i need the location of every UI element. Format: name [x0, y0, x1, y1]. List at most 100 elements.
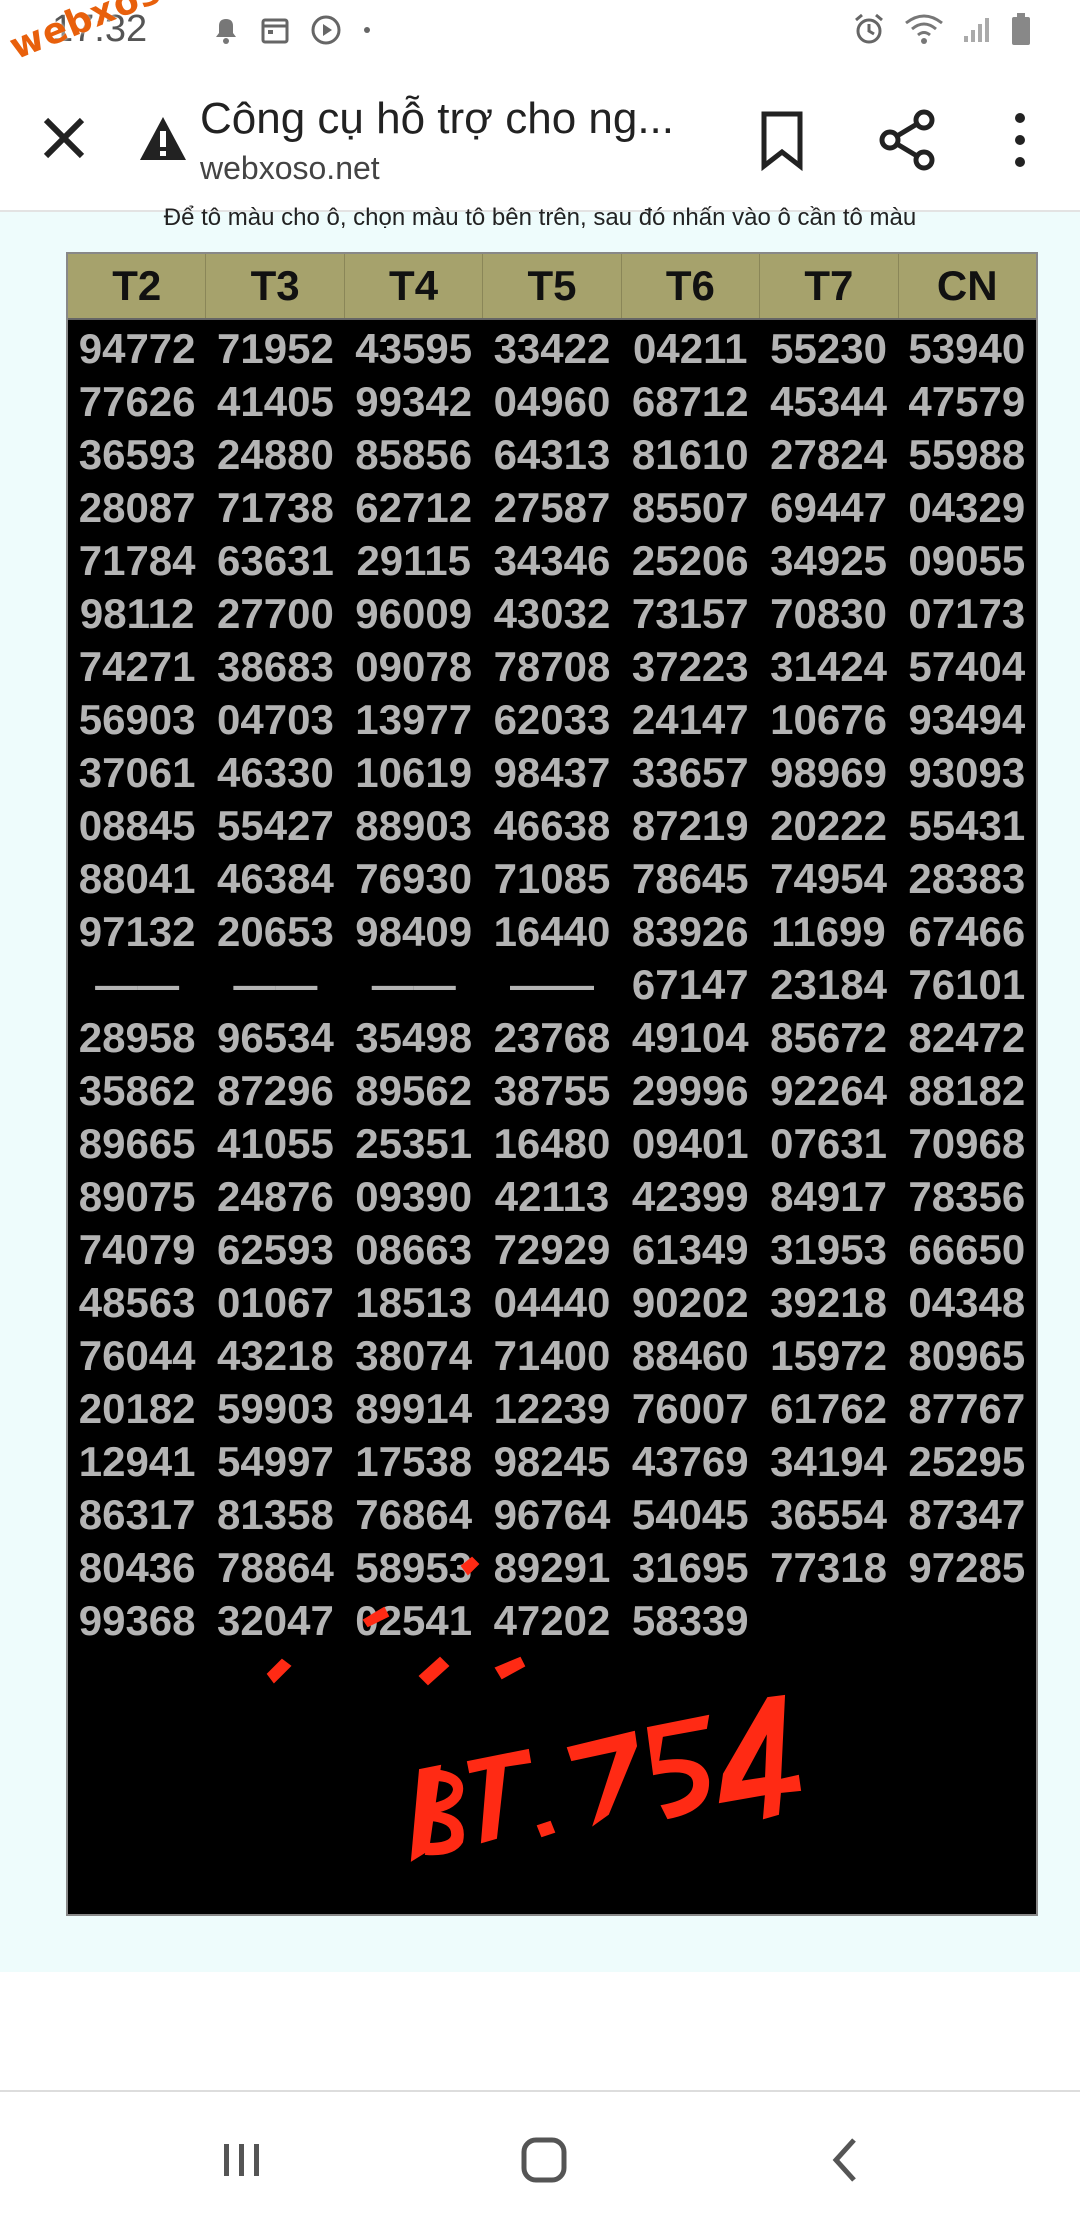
number-cell[interactable]: 56903	[68, 693, 206, 746]
number-cell[interactable]: 89665	[68, 1117, 206, 1170]
number-cell[interactable]: 23768	[483, 1011, 621, 1064]
number-cell[interactable]: 67466	[898, 905, 1036, 958]
number-cell[interactable]: 04703	[206, 693, 344, 746]
number-cell[interactable]: 41055	[206, 1117, 344, 1170]
number-cell[interactable]: 89291	[483, 1541, 621, 1594]
number-cell[interactable]: 31424	[759, 640, 897, 693]
number-cell[interactable]: 01067	[206, 1276, 344, 1329]
number-cell[interactable]: 16480	[483, 1117, 621, 1170]
number-cell[interactable]: 54997	[206, 1435, 344, 1488]
number-cell[interactable]: 68712	[621, 375, 759, 428]
page-title[interactable]: Công cụ hỗ trợ cho ng...	[200, 94, 674, 144]
number-cell[interactable]: 85856	[345, 428, 483, 481]
number-cell[interactable]: 04348	[898, 1276, 1036, 1329]
number-cell[interactable]: 28958	[68, 1011, 206, 1064]
number-cell[interactable]: 42399	[621, 1170, 759, 1223]
number-cell[interactable]: 20653	[206, 905, 344, 958]
number-cell[interactable]: ——	[206, 958, 344, 1011]
number-cell[interactable]: 87219	[621, 799, 759, 852]
number-cell[interactable]: 99342	[345, 375, 483, 428]
number-cell[interactable]: 13977	[345, 693, 483, 746]
number-cell[interactable]: 64313	[483, 428, 621, 481]
number-cell[interactable]: 71738	[206, 481, 344, 534]
number-cell[interactable]: 12941	[68, 1435, 206, 1488]
number-cell[interactable]: 88460	[621, 1329, 759, 1382]
number-cell[interactable]: 81610	[621, 428, 759, 481]
number-cell[interactable]: 41405	[206, 375, 344, 428]
recent-apps-icon[interactable]	[212, 2132, 272, 2188]
number-cell[interactable]: 59903	[206, 1382, 344, 1435]
number-cell[interactable]: 27824	[759, 428, 897, 481]
number-cell[interactable]: 55988	[898, 428, 1036, 481]
number-cell[interactable]: 96534	[206, 1011, 344, 1064]
number-cell[interactable]: 89075	[68, 1170, 206, 1223]
number-cell[interactable]: 48563	[68, 1276, 206, 1329]
number-cell[interactable]: 37223	[621, 640, 759, 693]
number-cell[interactable]: 80965	[898, 1329, 1036, 1382]
number-cell[interactable]: 57404	[898, 640, 1036, 693]
number-cell[interactable]: 43769	[621, 1435, 759, 1488]
number-cell[interactable]: 07631	[759, 1117, 897, 1170]
number-cell[interactable]: 34346	[483, 534, 621, 587]
close-icon[interactable]	[36, 110, 92, 166]
number-cell[interactable]: 85507	[621, 481, 759, 534]
number-cell[interactable]: 38074	[345, 1329, 483, 1382]
number-cell[interactable]: 24876	[206, 1170, 344, 1223]
number-cell[interactable]: 96764	[483, 1488, 621, 1541]
number-cell[interactable]: 34925	[759, 534, 897, 587]
number-cell[interactable]: 46384	[206, 852, 344, 905]
number-cell[interactable]: 71085	[483, 852, 621, 905]
number-cell[interactable]: 49104	[621, 1011, 759, 1064]
number-cell[interactable]: 25295	[898, 1435, 1036, 1488]
number-cell[interactable]: 55427	[206, 799, 344, 852]
number-cell[interactable]: 97285	[898, 1541, 1036, 1594]
number-cell[interactable]: 43032	[483, 587, 621, 640]
number-cell[interactable]: 09401	[621, 1117, 759, 1170]
number-cell[interactable]: 28087	[68, 481, 206, 534]
number-cell[interactable]: 62033	[483, 693, 621, 746]
number-cell[interactable]: 71400	[483, 1329, 621, 1382]
number-cell[interactable]: 70968	[898, 1117, 1036, 1170]
number-cell[interactable]: 24880	[206, 428, 344, 481]
home-icon[interactable]	[514, 2132, 574, 2188]
number-cell[interactable]: 92264	[759, 1064, 897, 1117]
number-cell[interactable]: ——	[483, 958, 621, 1011]
number-cell[interactable]: ——	[68, 958, 206, 1011]
number-cell[interactable]: 76007	[621, 1382, 759, 1435]
number-cell[interactable]: 61349	[621, 1223, 759, 1276]
number-cell[interactable]: 76044	[68, 1329, 206, 1382]
number-cell[interactable]: 99368	[68, 1594, 206, 1647]
number-cell[interactable]: 66650	[898, 1223, 1036, 1276]
number-cell[interactable]: 98409	[345, 905, 483, 958]
number-cell[interactable]: 97132	[68, 905, 206, 958]
number-cell[interactable]: 69447	[759, 481, 897, 534]
number-cell[interactable]	[759, 1594, 897, 1647]
number-cell[interactable]: 10676	[759, 693, 897, 746]
number-cell[interactable]: 33657	[621, 746, 759, 799]
number-cell[interactable]: 74954	[759, 852, 897, 905]
number-cell[interactable]: 09055	[898, 534, 1036, 587]
number-cell[interactable]: 78356	[898, 1170, 1036, 1223]
number-cell[interactable]: 07173	[898, 587, 1036, 640]
number-cell[interactable]: 43218	[206, 1329, 344, 1382]
number-cell[interactable]: 77318	[759, 1541, 897, 1594]
number-cell[interactable]: 88182	[898, 1064, 1036, 1117]
number-cell[interactable]: 71952	[206, 322, 344, 375]
number-cell[interactable]: 38683	[206, 640, 344, 693]
number-cell[interactable]: 33422	[483, 322, 621, 375]
number-cell[interactable]: 46330	[206, 746, 344, 799]
number-cell[interactable]: 74079	[68, 1223, 206, 1276]
number-cell[interactable]: 88041	[68, 852, 206, 905]
number-cell[interactable]: 73157	[621, 587, 759, 640]
number-cell[interactable]: 36593	[68, 428, 206, 481]
number-cell[interactable]: 27700	[206, 587, 344, 640]
number-cell[interactable]: 55431	[898, 799, 1036, 852]
number-cell[interactable]: 20222	[759, 799, 897, 852]
number-cell[interactable]: 25206	[621, 534, 759, 587]
number-cell[interactable]: 74271	[68, 640, 206, 693]
number-cell[interactable]: 96009	[345, 587, 483, 640]
number-cell[interactable]: 18513	[345, 1276, 483, 1329]
number-cell[interactable]: 98437	[483, 746, 621, 799]
number-cell[interactable]: 90202	[621, 1276, 759, 1329]
warning-icon[interactable]	[138, 114, 188, 164]
